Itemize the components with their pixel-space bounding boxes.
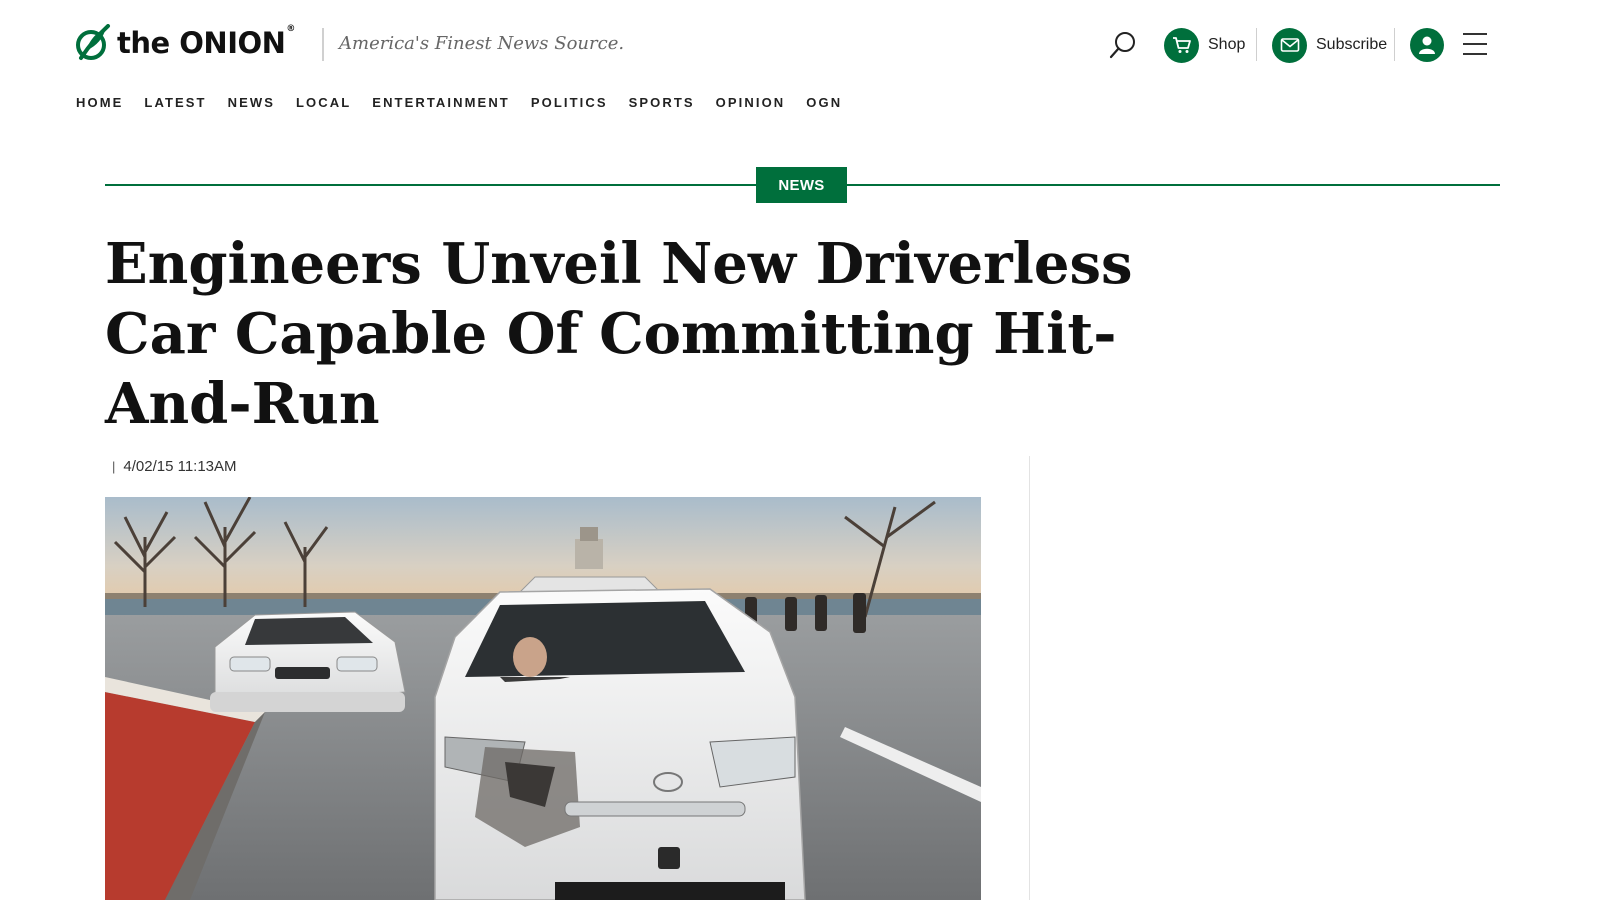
column-divider — [1029, 456, 1030, 900]
nav-item-latest[interactable]: LATEST — [144, 95, 206, 110]
subscribe-icon-circle — [1272, 27, 1307, 63]
account-button[interactable] — [1410, 28, 1444, 62]
site-header: the ONION® America's Finest News Source.… — [0, 0, 1600, 90]
shop-button[interactable]: Shop — [1164, 27, 1245, 63]
user-icon — [1419, 36, 1435, 54]
article-byline: | 4/02/15 11:13AM — [112, 458, 237, 475]
nav-item-local[interactable]: LOCAL — [296, 95, 351, 110]
article-timestamp: 4/02/15 11:13AM — [123, 458, 237, 475]
nav-item-opinion[interactable]: OPINION — [716, 95, 786, 110]
search-icon — [1109, 32, 1135, 59]
leaf-logo-icon — [76, 24, 110, 60]
subscribe-label: Subscribe — [1316, 36, 1388, 53]
header-divider — [1394, 28, 1395, 61]
main-nav: HOME LATEST NEWS LOCAL ENTERTAINMENT POL… — [76, 95, 863, 110]
subscribe-button[interactable]: Subscribe — [1272, 27, 1387, 63]
site-tagline: America's Finest News Source. — [339, 33, 625, 54]
nav-item-news[interactable]: NEWS — [228, 95, 275, 110]
nav-item-politics[interactable]: POLITICS — [531, 95, 608, 110]
site-logo[interactable]: the ONION® — [75, 23, 295, 63]
header-divider — [322, 28, 324, 61]
byline-separator: | — [112, 459, 116, 474]
article-headline: Engineers Unveil New Driverless Car Capa… — [105, 231, 1133, 437]
mail-icon — [1280, 38, 1299, 52]
shop-icon-circle — [1164, 27, 1199, 63]
hero-photo — [105, 497, 981, 900]
nav-item-ogn[interactable]: OGN — [806, 95, 842, 110]
nav-item-home[interactable]: HOME — [76, 95, 123, 110]
article-hero-image — [105, 497, 981, 900]
hamburger-menu-button[interactable] — [1463, 33, 1487, 57]
nav-item-entertainment[interactable]: ENTERTAINMENT — [372, 95, 510, 110]
section-tag[interactable]: NEWS — [756, 167, 847, 203]
header-divider — [1256, 28, 1257, 61]
logo-wordmark: the ONION® — [117, 23, 295, 60]
hamburger-icon — [1463, 33, 1487, 55]
cart-icon — [1172, 37, 1191, 53]
nav-item-sports[interactable]: SPORTS — [629, 95, 695, 110]
shop-label: Shop — [1208, 36, 1246, 53]
search-button[interactable] — [1108, 30, 1138, 60]
